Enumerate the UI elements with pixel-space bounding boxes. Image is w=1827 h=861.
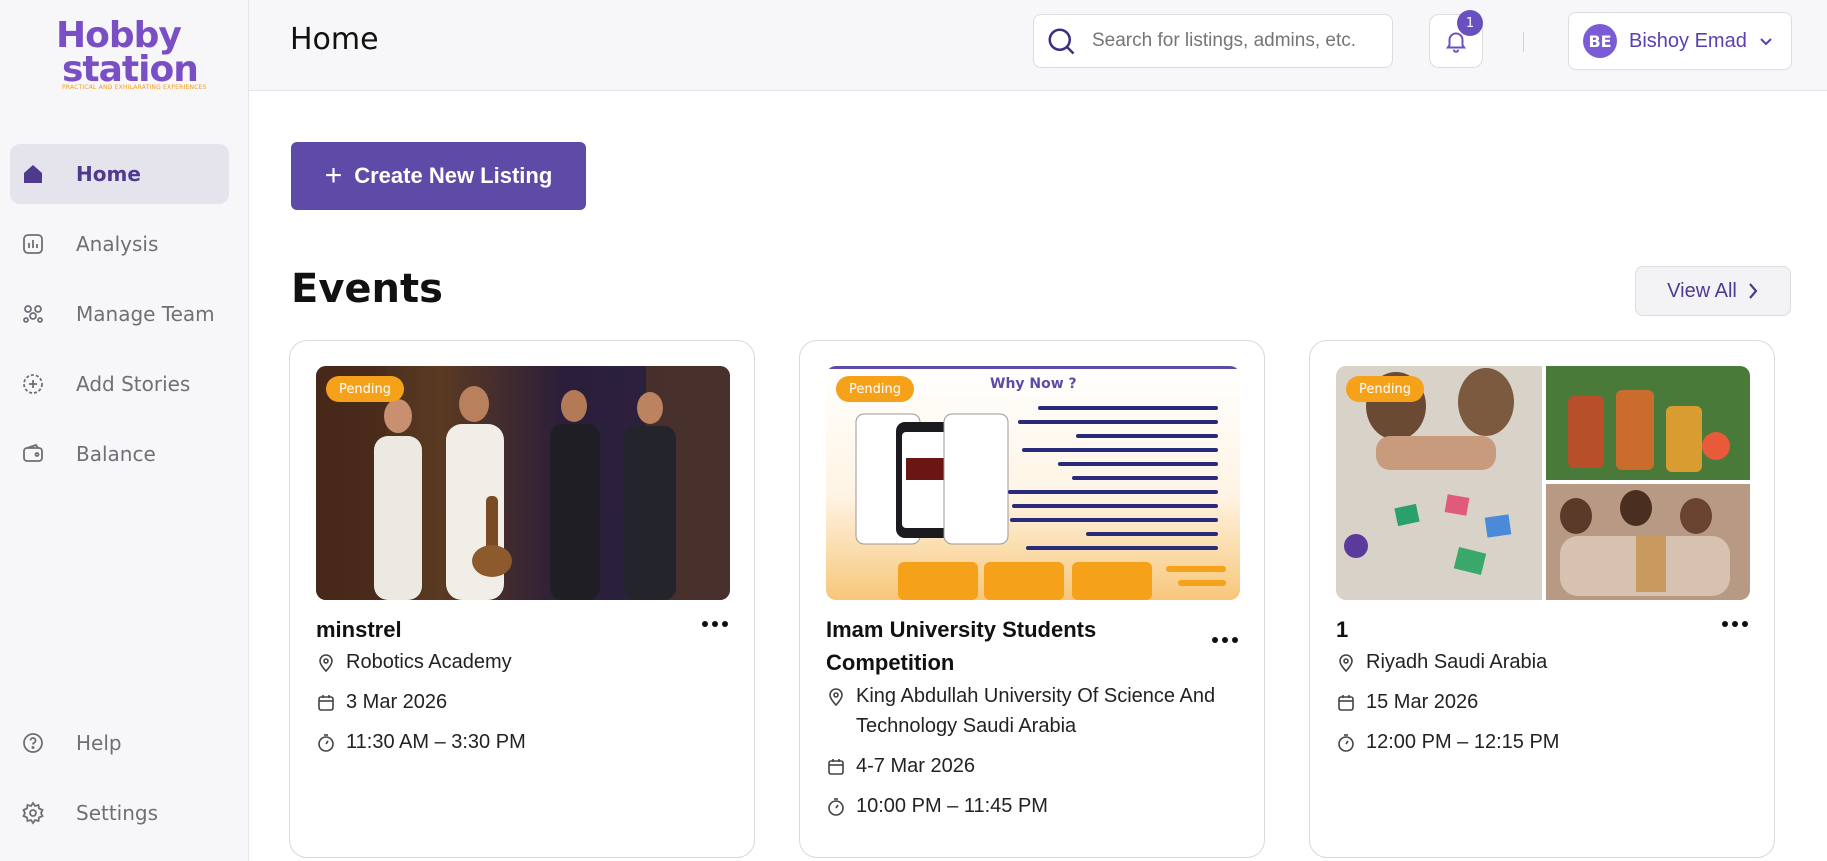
search-box[interactable] — [1033, 14, 1393, 68]
event-date-text: 15 Mar 2026 — [1366, 691, 1479, 713]
event-title[interactable]: 1 — [1336, 613, 1696, 646]
more-options-icon[interactable] — [1722, 621, 1748, 631]
help-icon — [20, 730, 46, 756]
sidebar-item-add-stories[interactable]: Add Stories — [10, 354, 229, 414]
user-name: Bishoy Emad — [1629, 29, 1747, 52]
event-date-text: 4-7 Mar 2026 — [856, 755, 975, 777]
section-title: Events — [291, 266, 443, 312]
gear-icon — [20, 800, 46, 826]
event-location-text: Riyadh Saudi Arabia — [1366, 651, 1548, 673]
sidebar-item-home[interactable]: Home — [10, 144, 229, 204]
location-pin-icon — [1339, 654, 1353, 673]
event-time-text: 12:00 PM – 12:15 PM — [1366, 731, 1560, 753]
status-badge: Pending — [326, 376, 404, 402]
analysis-icon — [20, 231, 46, 257]
notifications-badge: 1 — [1457, 10, 1483, 36]
calendar-icon — [828, 759, 844, 775]
more-options-icon[interactable] — [1212, 637, 1238, 647]
calendar-icon — [318, 695, 334, 711]
event-time: 10:00 PM – 11:45 PM — [826, 791, 1048, 821]
sidebar-item-balance[interactable]: Balance — [10, 424, 229, 484]
location-pin-icon — [319, 654, 333, 673]
wallet-icon — [20, 441, 46, 467]
event-image[interactable]: Why Now ? Pending — [826, 366, 1240, 600]
create-listing-label: Create New Listing — [354, 163, 553, 188]
add-story-icon — [20, 371, 46, 397]
event-time: 12:00 PM – 12:15 PM — [1336, 727, 1559, 757]
event-title[interactable]: minstrel — [316, 613, 676, 646]
search-input[interactable] — [1092, 30, 1382, 52]
event-image[interactable]: Pending — [1336, 366, 1750, 600]
event-location-text: King Abdullah University Of Science And … — [856, 685, 1216, 737]
event-date: 4-7 Mar 2026 — [826, 751, 975, 781]
event-location-text: Robotics Academy — [346, 651, 512, 673]
event-title[interactable]: Imam University Students Competition — [826, 613, 1146, 679]
header-divider — [1523, 32, 1524, 52]
sidebar-item-label: Analysis — [76, 232, 159, 256]
sidebar-item-label: Manage Team — [76, 302, 215, 326]
event-location: Riyadh Saudi Arabia — [1336, 647, 1547, 677]
timer-icon — [828, 798, 844, 816]
location-pin-icon — [829, 688, 843, 707]
user-menu[interactable]: BE Bishoy Emad — [1568, 12, 1792, 70]
avatar: BE — [1583, 24, 1617, 58]
event-date: 15 Mar 2026 — [1336, 687, 1478, 717]
create-listing-button[interactable]: + Create New Listing — [291, 142, 586, 210]
chevron-right-icon — [1748, 283, 1758, 299]
sidebar-item-label: Balance — [76, 442, 156, 466]
sidebar-item-label: Help — [76, 731, 122, 755]
sidebar-item-help[interactable]: Help — [10, 713, 229, 773]
sidebar-item-label: Add Stories — [76, 372, 191, 396]
status-badge: Pending — [1346, 376, 1424, 402]
event-time-text: 11:30 AM – 3:30 PM — [346, 731, 526, 753]
sidebar-item-settings[interactable]: Settings — [10, 783, 229, 843]
timer-icon — [318, 734, 334, 752]
team-icon — [20, 301, 46, 327]
event-date-text: 3 Mar 2026 — [346, 691, 448, 713]
calendar-icon — [1338, 695, 1354, 711]
more-options-icon[interactable] — [702, 621, 728, 631]
event-time-text: 10:00 PM – 11:45 PM — [856, 795, 1048, 817]
search-icon — [1048, 28, 1075, 55]
sidebar: Hobby station PRACTICAL AND EXHILARATING… — [0, 0, 249, 861]
event-location: Robotics Academy — [316, 647, 512, 677]
sidebar-item-manage-team[interactable]: Manage Team — [10, 284, 229, 344]
event-date: 3 Mar 2026 — [316, 687, 447, 717]
timer-icon — [1338, 734, 1354, 752]
event-card[interactable]: Pending 1 Riyadh Saudi Arabia 15 Mar 202… — [1309, 340, 1775, 858]
sidebar-item-label: Home — [76, 162, 141, 186]
event-time: 11:30 AM – 3:30 PM — [316, 727, 526, 757]
sidebar-item-label: Settings — [76, 801, 159, 825]
hobby-station-logo[interactable]: Hobby station PRACTICAL AND EXHILARATING… — [50, 16, 206, 96]
poster-heading: Why Now ? — [990, 376, 1077, 392]
event-card[interactable]: Pending minstrel Robotics Academy 3 Mar … — [289, 340, 755, 858]
view-all-label: View All — [1667, 279, 1737, 302]
event-card[interactable]: Why Now ? Pending Imam University Studen… — [799, 340, 1265, 858]
home-icon — [20, 161, 46, 187]
event-image[interactable]: Pending — [316, 366, 730, 600]
top-header: Home 1 BE Bishoy Emad — [249, 0, 1827, 91]
plus-icon: + — [324, 159, 343, 192]
view-all-button[interactable]: View All — [1635, 266, 1791, 316]
sidebar-item-analysis[interactable]: Analysis — [10, 214, 229, 274]
event-location: King Abdullah University Of Science And … — [826, 681, 1226, 741]
chevron-down-icon — [1760, 38, 1772, 46]
status-badge: Pending — [836, 376, 914, 402]
logo-tagline: PRACTICAL AND EXHILARATING EXPERIENCES — [62, 84, 207, 91]
page-title: Home — [290, 22, 379, 57]
